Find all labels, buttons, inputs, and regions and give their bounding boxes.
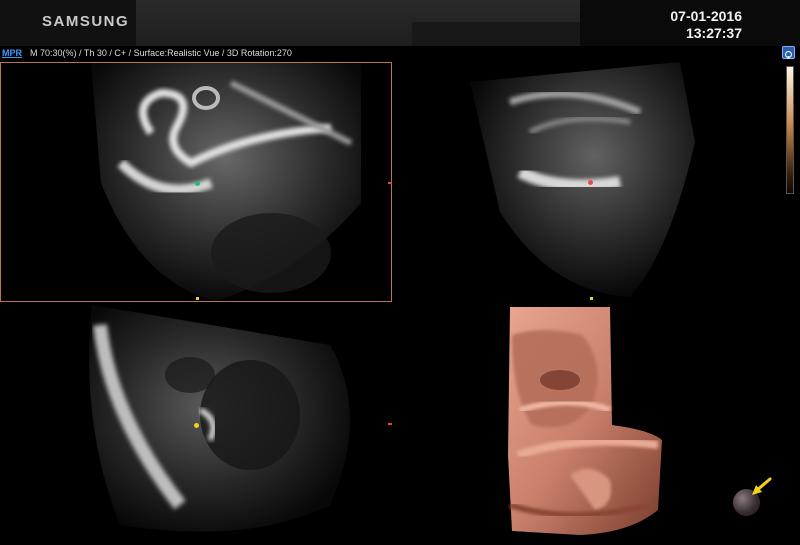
mpr-view-a[interactable]	[0, 62, 392, 302]
brand-logo: SAMSUNG	[0, 0, 136, 46]
status-line: MPR M 70:30(%) / Th 30 / C+ / Surface:Re…	[0, 46, 800, 60]
3d-render-view[interactable]	[400, 305, 780, 545]
cursor-marker-red	[588, 180, 593, 185]
view-c-side-tick	[388, 423, 392, 425]
mpr-mode-button[interactable]: MPR	[2, 46, 22, 60]
grayscale-map-bar	[786, 66, 794, 194]
view-b-tick	[590, 297, 593, 300]
brand-name: SAMSUNG	[42, 13, 130, 30]
info-bar-inset	[412, 22, 580, 46]
view-a-side-tick	[388, 182, 392, 184]
mpr-view-c[interactable]	[0, 305, 392, 545]
mpr-view-b[interactable]	[400, 62, 780, 302]
settings-icon[interactable]	[782, 46, 795, 59]
exam-date: 07-01-2016	[670, 8, 742, 24]
exam-time: 13:27:37	[685, 25, 742, 41]
imaging-parameters: M 70:30(%) / Th 30 / C+ / Surface:Realis…	[30, 48, 292, 58]
header-bar: SAMSUNG 07-01-2016 13:27:37	[0, 0, 800, 46]
view-a-tick	[196, 297, 199, 300]
yellow-arrow-icon	[752, 477, 772, 495]
cursor-marker-yellow	[194, 423, 199, 428]
cursor-marker-green	[195, 181, 200, 186]
info-bar	[136, 0, 580, 46]
